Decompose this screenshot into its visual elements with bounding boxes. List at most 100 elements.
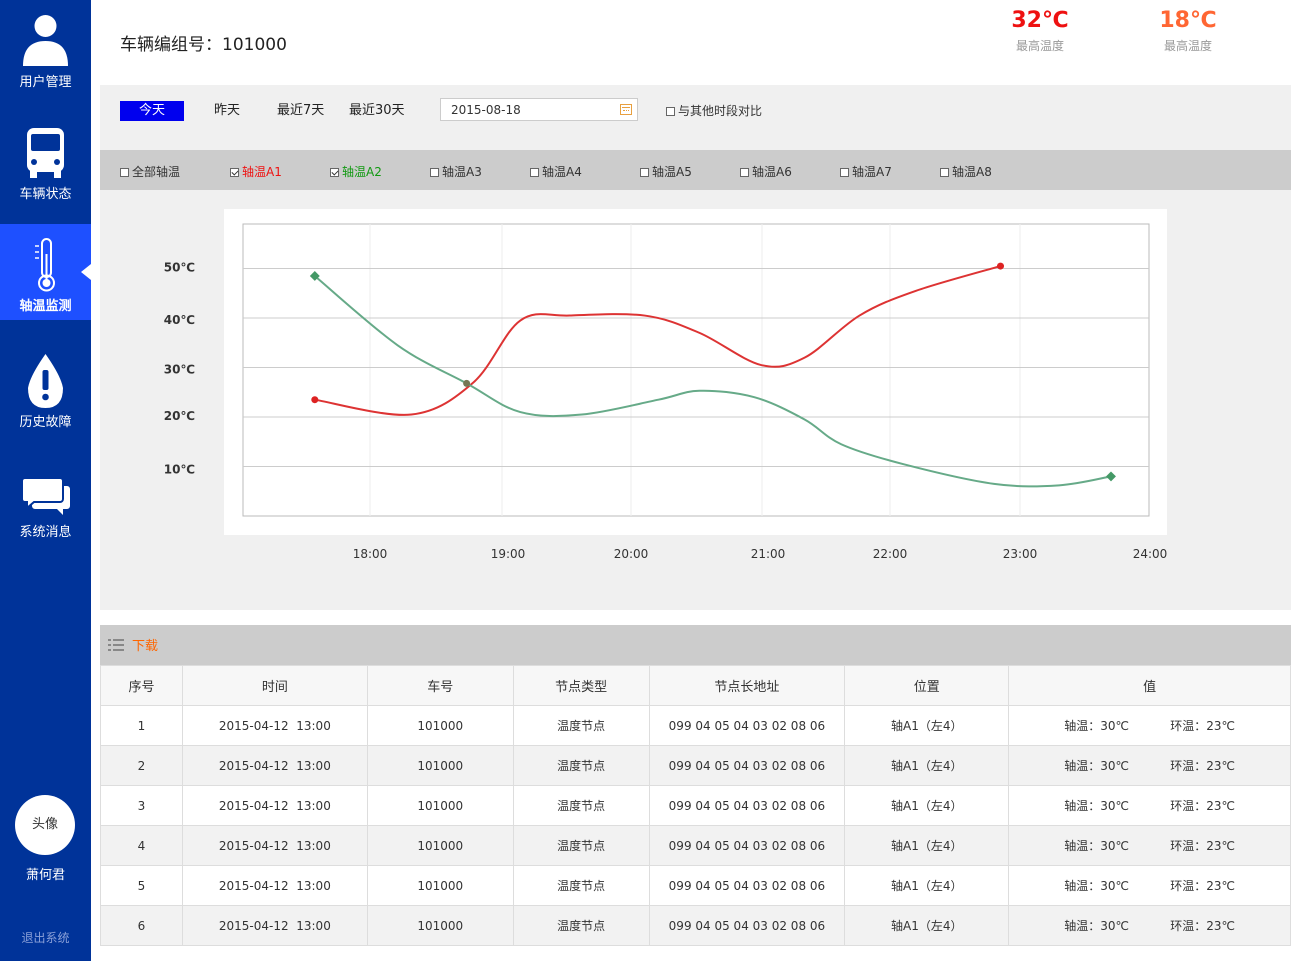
chat-icon (21, 477, 70, 515)
axle-checkbox-a2[interactable]: 轴温A2 (330, 163, 382, 180)
table-header-row: 序号 时间 车号 节点类型 节点长地址 位置 值 (100, 665, 1291, 706)
axle-temp-value: 轴温：30℃ (1064, 839, 1129, 853)
y-tick-label: 40℃ (164, 313, 195, 327)
nav-user-management[interactable]: 用户管理 (0, 0, 91, 96)
date-input[interactable]: 2015-08-18 (440, 98, 638, 121)
cell-type: 温度节点 (512, 785, 650, 826)
axle-checkbox-a4[interactable]: 轴温A4 (530, 163, 582, 180)
checkbox-box[interactable] (530, 168, 539, 177)
checkbox-box[interactable] (940, 168, 949, 177)
column-header[interactable]: 节点类型 (512, 665, 650, 706)
bus-icon (27, 128, 64, 178)
table-row[interactable]: 1 2015-04-12 13:00 101000 温度节点 099 04 05… (100, 705, 1291, 746)
env-temp-value: 环温：23℃ (1170, 839, 1235, 853)
cell-type: 温度节点 (512, 825, 650, 866)
range-today-button[interactable]: 今天 (120, 101, 184, 121)
checkbox-box[interactable] (230, 168, 239, 177)
compare-label: 与其他时段对比 (678, 104, 763, 118)
date-value: 2015-08-18 (451, 103, 521, 117)
logout-link[interactable]: 退出系统 (0, 929, 91, 946)
column-header[interactable]: 节点长地址 (648, 665, 846, 706)
cell-no: 4 (100, 825, 183, 866)
nav-fault-history[interactable]: 历史故障 (0, 340, 91, 436)
checkbox-box[interactable] (740, 168, 749, 177)
cell-no: 1 (100, 705, 183, 746)
axle-temp-value: 轴温：30℃ (1064, 919, 1129, 933)
checkbox-box[interactable] (666, 107, 675, 116)
x-tick-label: 24:00 (1133, 547, 1168, 561)
table-row[interactable]: 5 2015-04-12 13:00 101000 温度节点 099 04 05… (100, 865, 1291, 906)
download-button[interactable]: 下载 (132, 635, 158, 654)
intersection-point (463, 379, 471, 387)
column-header[interactable]: 车号 (366, 665, 514, 706)
compare-checkbox[interactable]: 与其他时段对比 (666, 102, 762, 119)
column-header[interactable]: 值 (1008, 665, 1291, 706)
axle-label: 轴温A8 (952, 165, 992, 179)
axle-label: 轴温A7 (852, 165, 892, 179)
cell-car: 101000 (366, 705, 514, 746)
axle-checkbox-a6[interactable]: 轴温A6 (740, 163, 792, 180)
axle-temp-value: 轴温：30℃ (1064, 759, 1129, 773)
axle-checkbox-a5[interactable]: 轴温A5 (640, 163, 692, 180)
table-row[interactable]: 3 2015-04-12 13:00 101000 温度节点 099 04 05… (100, 785, 1291, 826)
filter-bar: 今天 昨天 最近7天 最近30天 2015-08-18 与其他时段对比 (100, 85, 1291, 150)
axle-temp-value: 轴温：30℃ (1064, 879, 1129, 893)
nav-axle-temp-monitor[interactable]: 轴温监测 (0, 224, 91, 320)
y-tick-label: 20℃ (164, 409, 195, 423)
thermometer-icon (35, 238, 55, 292)
nav-vehicle-status[interactable]: 车辆状态 (0, 112, 91, 208)
x-tick-label: 21:00 (751, 547, 786, 561)
cell-value: 轴温：30℃ 环温：23℃ (1008, 905, 1291, 946)
range-30days-button[interactable]: 最近30天 (349, 101, 405, 121)
line-chart: 10℃ 20℃ 30℃ 40℃ 50℃ 18:00 19:00 20:00 21:00 22:00… (164, 209, 1168, 561)
cell-pos: 轴A1（左4） (844, 865, 1010, 906)
sidebar: 用户管理 车辆状态 轴温监测 历史故障 系统消息 头像 萧何君 退出系统 (0, 0, 91, 961)
x-tick-label: 18:00 (353, 547, 388, 561)
range-yesterday-button[interactable]: 昨天 (214, 101, 240, 121)
checkbox-box[interactable] (640, 168, 649, 177)
y-tick-label: 50℃ (164, 261, 195, 275)
avatar[interactable]: 头像 (15, 795, 75, 855)
table-row[interactable]: 2 2015-04-12 13:00 101000 温度节点 099 04 05… (100, 745, 1291, 786)
table-toolbar: 下载 (100, 625, 1291, 665)
nav-label: 车辆状态 (19, 187, 72, 202)
axle-label: 轴温A6 (752, 165, 792, 179)
x-tick-label: 19:00 (491, 547, 526, 561)
checkbox-box[interactable] (430, 168, 439, 177)
cell-value: 轴温：30℃ 环温：23℃ (1008, 745, 1291, 786)
axle-selector-bar: 全部轴温 轴温A1 轴温A2 轴温A3 轴温A4 轴温A5 轴温A6 轴温A7 … (100, 150, 1291, 190)
cell-pos: 轴A1（左4） (844, 705, 1010, 746)
data-table: 序号 时间 车号 节点类型 节点长地址 位置 值 1 2015-04-12 13… (100, 665, 1291, 946)
checkbox-box[interactable] (330, 168, 339, 177)
plot-frame (242, 223, 1150, 517)
axle-checkbox-a1[interactable]: 轴温A1 (230, 163, 282, 180)
cell-pos: 轴A1（左4） (844, 905, 1010, 946)
cell-car: 101000 (366, 865, 514, 906)
cell-time: 2015-04-12 13:00 (181, 905, 368, 946)
y-tick-label: 30℃ (164, 363, 195, 377)
checkbox-box[interactable] (840, 168, 849, 177)
cell-value: 轴温：30℃ 环温：23℃ (1008, 705, 1291, 746)
axle-checkbox-a3[interactable]: 轴温A3 (430, 163, 482, 180)
axle-checkbox-a7[interactable]: 轴温A7 (840, 163, 892, 180)
cell-time: 2015-04-12 13:00 (181, 705, 368, 746)
nav-label: 系统消息 (19, 525, 72, 540)
x-tick-label: 22:00 (873, 547, 908, 561)
column-header[interactable]: 位置 (844, 665, 1010, 706)
temp-value: 18℃ (1159, 8, 1217, 33)
temperature-chart: 10℃ 20℃ 30℃ 40℃ 50℃ 18:00 19:00 20:00 21:00 22:00… (100, 190, 1291, 610)
nav-system-messages[interactable]: 系统消息 (0, 450, 91, 546)
axle-checkbox-all[interactable]: 全部轴温 (120, 163, 180, 180)
table-row[interactable]: 4 2015-04-12 13:00 101000 温度节点 099 04 05… (100, 825, 1291, 866)
checkbox-box[interactable] (120, 168, 129, 177)
nav-label: 轴温监测 (19, 299, 72, 314)
range-7days-button[interactable]: 最近7天 (277, 101, 324, 121)
axle-checkbox-a8[interactable]: 轴温A8 (940, 163, 992, 180)
table-row[interactable]: 6 2015-04-12 13:00 101000 温度节点 099 04 05… (100, 905, 1291, 946)
column-header[interactable]: 时间 (181, 665, 368, 706)
cell-no: 5 (100, 865, 183, 906)
column-header[interactable]: 序号 (100, 665, 183, 706)
calendar-icon[interactable] (620, 104, 632, 115)
env-temp-value: 环温：23℃ (1170, 919, 1235, 933)
cell-car: 101000 (366, 745, 514, 786)
